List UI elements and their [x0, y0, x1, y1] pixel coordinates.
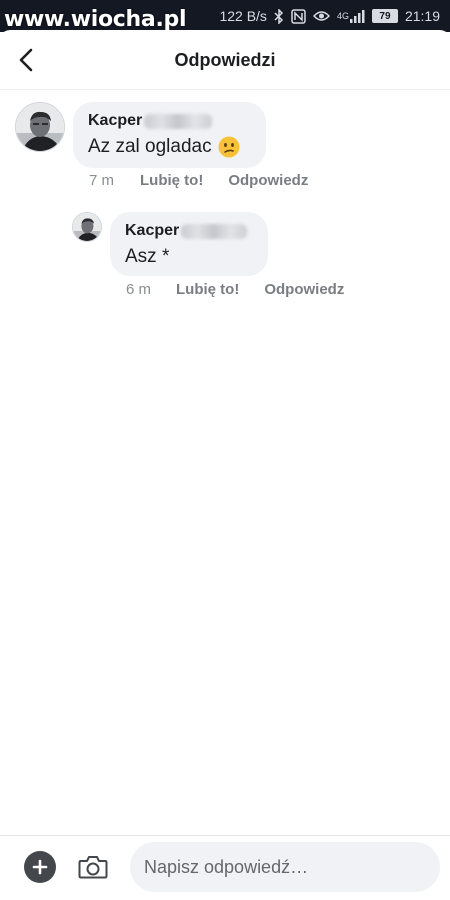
camera-icon: [78, 856, 108, 879]
comment-text: Asz *: [125, 246, 170, 267]
page-title: Odpowiedzi: [174, 50, 276, 70]
header: Odpowiedzi: [0, 30, 450, 90]
eye-icon: [312, 10, 330, 22]
plus-circle-icon: [32, 859, 48, 875]
like-button[interactable]: Lubię to!: [140, 172, 203, 189]
avatar[interactable]: [15, 102, 65, 152]
comment-meta: 6 m Lubię to! Odpowiedz: [126, 281, 344, 298]
network-speed: 122 B/s: [219, 8, 267, 24]
bluetooth-icon: [274, 8, 284, 24]
nfc-icon: [291, 8, 306, 24]
confused-face-icon: [218, 136, 240, 158]
comment-meta: 7 m Lubię to! Odpowiedz: [89, 172, 308, 189]
comment-bubble[interactable]: Kacper Asz *: [110, 212, 268, 276]
redacted-surname: [144, 113, 213, 129]
comment-author[interactable]: Kacper: [88, 112, 142, 130]
status-bar: www.wiocha.pl 122 B/s 4G 79 21:19: [0, 0, 450, 32]
comment-text: Az zal ogladac: [88, 136, 212, 157]
reply-button[interactable]: Odpowiedz: [228, 172, 308, 189]
comment-time: 6 m: [126, 281, 152, 298]
comment-author[interactable]: Kacper: [125, 222, 179, 240]
reply-composer: [0, 835, 450, 900]
watermark: www.wiocha.pl: [4, 7, 187, 32]
comment-bubble[interactable]: Kacper Az zal ogladac: [73, 102, 266, 168]
like-button[interactable]: Lubię to!: [176, 281, 239, 298]
battery-icon: 79: [371, 9, 398, 23]
network-type: 4G: [336, 10, 349, 21]
redacted-surname: [181, 223, 248, 239]
clock: 21:19: [404, 8, 440, 24]
avatar[interactable]: [72, 212, 102, 242]
camera-button[interactable]: [76, 850, 110, 884]
reply-input[interactable]: [130, 842, 440, 892]
comment-time: 7 m: [89, 172, 115, 189]
add-attachment-button[interactable]: [24, 851, 56, 883]
battery-level: 79: [371, 9, 398, 23]
reply-button[interactable]: Odpowiedz: [264, 281, 344, 298]
signal-icon: 4G: [337, 9, 365, 23]
